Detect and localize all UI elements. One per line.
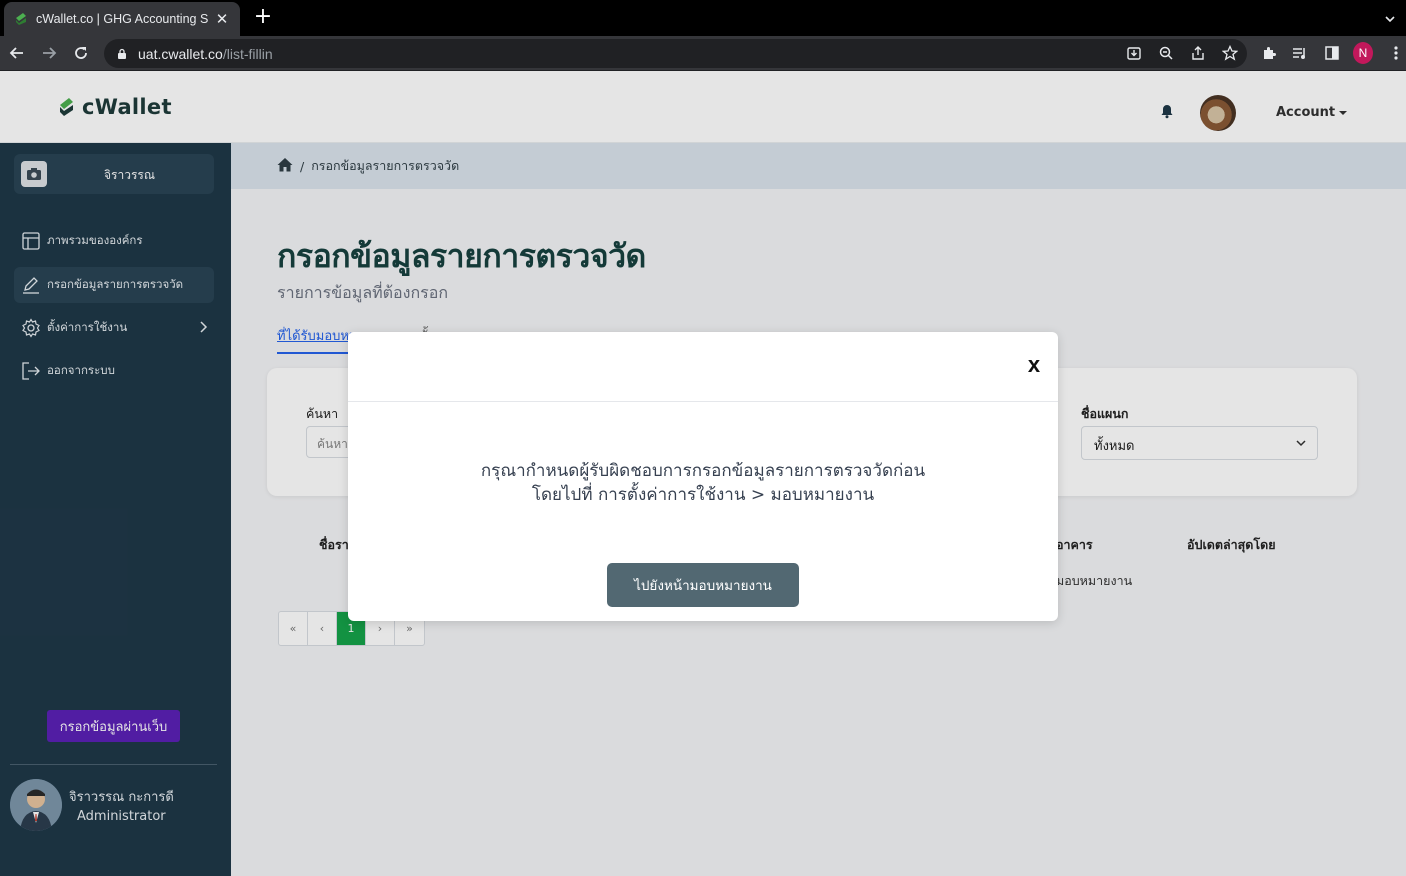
new-tab-button[interactable]: +: [252, 6, 274, 28]
assign-required-modal: x กรุณากำหนดผู้รับผิดชอบการกรอกข้อมูลราย…: [348, 332, 1058, 621]
bookmark-star-icon[interactable]: [1220, 43, 1240, 63]
share-icon[interactable]: [1188, 43, 1208, 63]
back-icon[interactable]: [6, 42, 28, 64]
url-host: uat.cwallet.co: [138, 45, 223, 62]
profile-initial: N: [1353, 42, 1373, 64]
modal-message: กรุณากำหนดผู้รับผิดชอบการกรอกข้อมูลรายกา…: [348, 459, 1058, 507]
install-icon[interactable]: [1124, 43, 1144, 63]
modal-close-button[interactable]: x: [1024, 352, 1044, 378]
media-control-icon[interactable]: [1290, 43, 1310, 63]
address-bar[interactable]: uat.cwallet.co/list-fillin: [104, 39, 1247, 68]
modal-message-line2: โดยไปที่ การตั้งค่าการใช้งาน > มอบหมายงา…: [531, 485, 875, 505]
modal-message-line1: กรุณากำหนดผู้รับผิดชอบการกรอกข้อมูลรายกา…: [480, 461, 926, 481]
tab-close-icon[interactable]: ✕: [214, 10, 230, 28]
url-path: /list-fillin: [222, 45, 273, 62]
cwallet-favicon-icon: [16, 13, 26, 25]
profile-avatar[interactable]: N: [1353, 42, 1373, 64]
browser-tab-bar: cWallet.co | GHG Accounting S ✕ +: [0, 0, 1406, 36]
browser-menu-icon[interactable]: [1386, 43, 1406, 63]
zoom-icon[interactable]: [1156, 43, 1176, 63]
tab-search-icon[interactable]: [1384, 10, 1396, 29]
browser-toolbar: uat.cwallet.co/list-fillin N: [0, 36, 1406, 71]
reload-icon[interactable]: [70, 42, 92, 64]
side-panel-icon[interactable]: [1322, 43, 1342, 63]
lock-icon: [118, 48, 126, 59]
tab-title: cWallet.co | GHG Accounting S: [36, 12, 208, 26]
modal-header: x: [348, 332, 1058, 402]
go-to-assignment-button[interactable]: ไปยังหน้ามอบหมายงาน: [607, 563, 799, 607]
browser-tab[interactable]: cWallet.co | GHG Accounting S ✕: [4, 2, 240, 36]
forward-icon[interactable]: [38, 42, 60, 64]
extensions-icon[interactable]: [1259, 43, 1279, 63]
